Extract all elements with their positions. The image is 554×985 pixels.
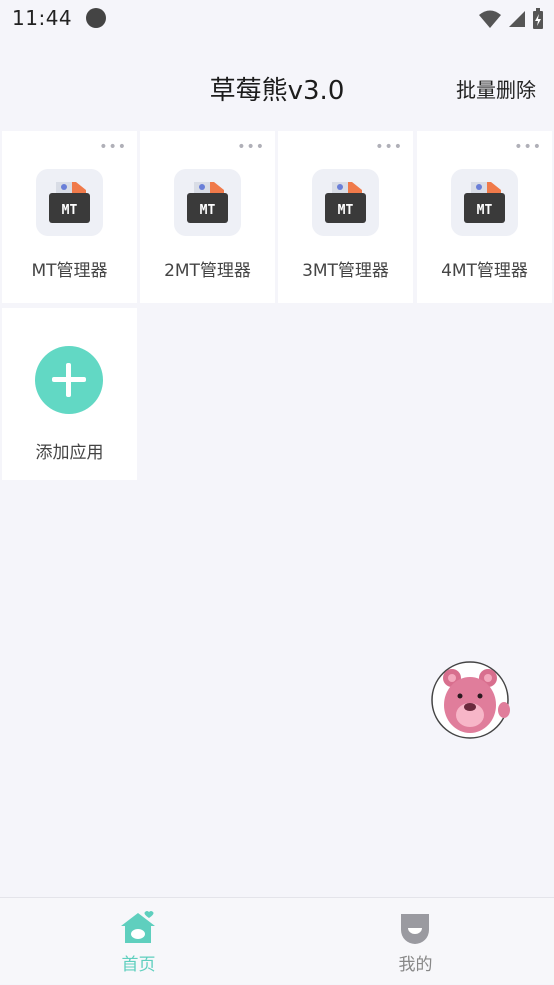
status-bar: 11:44 — [0, 0, 554, 36]
app-label: 3MT管理器 — [302, 261, 389, 281]
battery-icon — [533, 8, 543, 29]
header: 草莓熊v3.0 批量删除 — [0, 60, 554, 118]
notification-icon — [86, 8, 107, 28]
home-icon — [121, 911, 155, 943]
status-icons — [478, 8, 544, 30]
svg-text:MT: MT — [62, 203, 78, 218]
more-icon[interactable]: ••• — [237, 139, 265, 155]
more-icon[interactable]: ••• — [375, 139, 403, 155]
wifi-icon — [479, 10, 501, 28]
tab-home-label: 首页 — [121, 955, 156, 975]
more-icon[interactable]: ••• — [99, 139, 127, 155]
mt-icon: MT — [451, 169, 518, 236]
app-card[interactable]: ••• MT 2MT管理器 — [140, 131, 275, 303]
tab-profile-label: 我的 — [398, 955, 433, 975]
more-icon[interactable]: ••• — [514, 139, 542, 155]
svg-text:MT: MT — [477, 203, 493, 218]
mt-icon: MT — [36, 169, 103, 236]
floating-bear-button[interactable] — [430, 660, 510, 740]
batch-delete-button[interactable]: 批量删除 — [456, 74, 536, 103]
mt-icon: MT — [174, 169, 241, 236]
add-app-label: 添加应用 — [35, 443, 104, 463]
app-label: 2MT管理器 — [164, 261, 251, 281]
tab-home[interactable]: 首页 — [0, 898, 277, 985]
svg-text:MT: MT — [200, 203, 216, 218]
app-card[interactable]: ••• MT 4MT管理器 — [417, 131, 552, 303]
app-label: 4MT管理器 — [441, 261, 528, 281]
tab-profile[interactable]: 我的 — [277, 898, 554, 985]
signal-icon — [509, 11, 525, 27]
profile-icon — [401, 914, 429, 944]
svg-text:MT: MT — [338, 203, 354, 218]
status-time: 11:44 — [12, 6, 73, 30]
app-label: MT管理器 — [31, 261, 108, 281]
bear-icon — [431, 661, 510, 739]
mt-icon: MT — [312, 169, 379, 236]
bottom-tab-bar: 首页 我的 — [0, 897, 554, 984]
add-app-button[interactable]: 添加应用 — [2, 308, 137, 480]
app-card[interactable]: ••• MT MT管理器 — [2, 131, 137, 303]
app-card[interactable]: ••• MT 3MT管理器 — [278, 131, 413, 303]
plus-icon — [35, 346, 103, 414]
